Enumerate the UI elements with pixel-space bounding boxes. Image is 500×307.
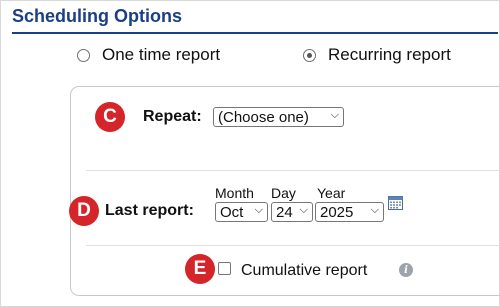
year-label: Year: [317, 185, 346, 201]
cumulative-checkbox[interactable]: [218, 262, 231, 275]
day-select[interactable]: 24 ⌵: [271, 202, 313, 222]
cumulative-label: Cumulative report: [241, 262, 368, 279]
callout-c-badge: C: [95, 102, 125, 132]
one-time-radio[interactable]: [77, 48, 90, 62]
chevron-down-icon: ⌵: [254, 204, 263, 216]
one-time-option[interactable]: One time report: [77, 45, 220, 65]
divider: [86, 245, 500, 246]
repeat-label: Repeat:: [143, 108, 202, 125]
day-select-value: 24: [276, 203, 293, 221]
chevron-down-icon: ⌵: [370, 204, 379, 216]
callout-e-badge: E: [185, 254, 215, 284]
info-icon[interactable]: i: [399, 263, 413, 277]
last-report-label: Last report:: [105, 202, 194, 219]
repeat-select[interactable]: (Choose one) ⌵: [213, 107, 344, 127]
year-select[interactable]: 2025 ⌵: [315, 202, 384, 222]
month-select-value: Oct: [220, 203, 244, 221]
one-time-label: One time report: [102, 45, 221, 64]
divider: [86, 170, 500, 171]
repeat-select-value: (Choose one): [218, 108, 309, 126]
title-underline: [12, 32, 498, 34]
recurring-label: Recurring report: [328, 45, 451, 64]
year-select-value: 2025: [320, 203, 354, 221]
calendar-icon[interactable]: [388, 196, 403, 210]
day-label: Day: [271, 185, 296, 201]
chevron-down-icon: ⌵: [299, 204, 308, 216]
section-title: Scheduling Options: [12, 6, 182, 26]
recurring-radio[interactable]: [303, 48, 316, 62]
callout-d-badge: D: [69, 196, 99, 226]
month-label: Month: [215, 185, 254, 201]
recurring-option[interactable]: Recurring report: [303, 45, 451, 65]
month-select[interactable]: Oct ⌵: [215, 202, 268, 222]
chevron-down-icon: ⌵: [330, 109, 339, 121]
